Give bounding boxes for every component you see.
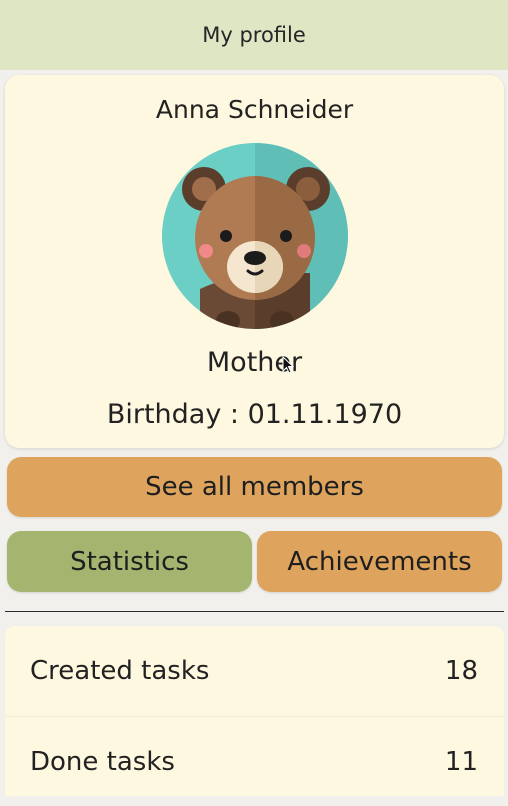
tab-statistics-label: Statistics xyxy=(70,546,189,577)
stat-label: Done tasks xyxy=(30,746,175,777)
stat-label: Created tasks xyxy=(30,656,210,686)
tab-statistics[interactable]: Statistics xyxy=(7,531,252,592)
list-item-done-tasks: Done tasks 11 xyxy=(5,716,504,806)
stat-value: 11 xyxy=(444,746,478,777)
app-bar: My profile xyxy=(0,0,508,70)
tab-achievements[interactable]: Achievements xyxy=(257,531,502,592)
profile-name: Anna Schneider xyxy=(155,95,354,124)
divider xyxy=(5,611,504,612)
profile-role: Mother xyxy=(206,347,303,378)
stat-value: 18 xyxy=(444,656,478,686)
page-title: My profile xyxy=(202,23,306,47)
birthday-text: Birthday : 01.11.1970 xyxy=(106,399,403,430)
tab-achievements-label: Achievements xyxy=(287,546,472,577)
statistics-list: Created tasks 18 Done tasks 11 xyxy=(5,626,504,796)
bear-avatar-icon xyxy=(162,143,348,329)
list-item-created-tasks: Created tasks 18 xyxy=(5,626,504,716)
see-all-members-label: See all members xyxy=(145,472,364,502)
see-all-members-button[interactable]: See all members xyxy=(7,457,502,517)
mouse-cursor-icon xyxy=(282,356,294,374)
profile-card: Anna Schneider Mother Birthday: 01.11.1… xyxy=(5,75,504,448)
